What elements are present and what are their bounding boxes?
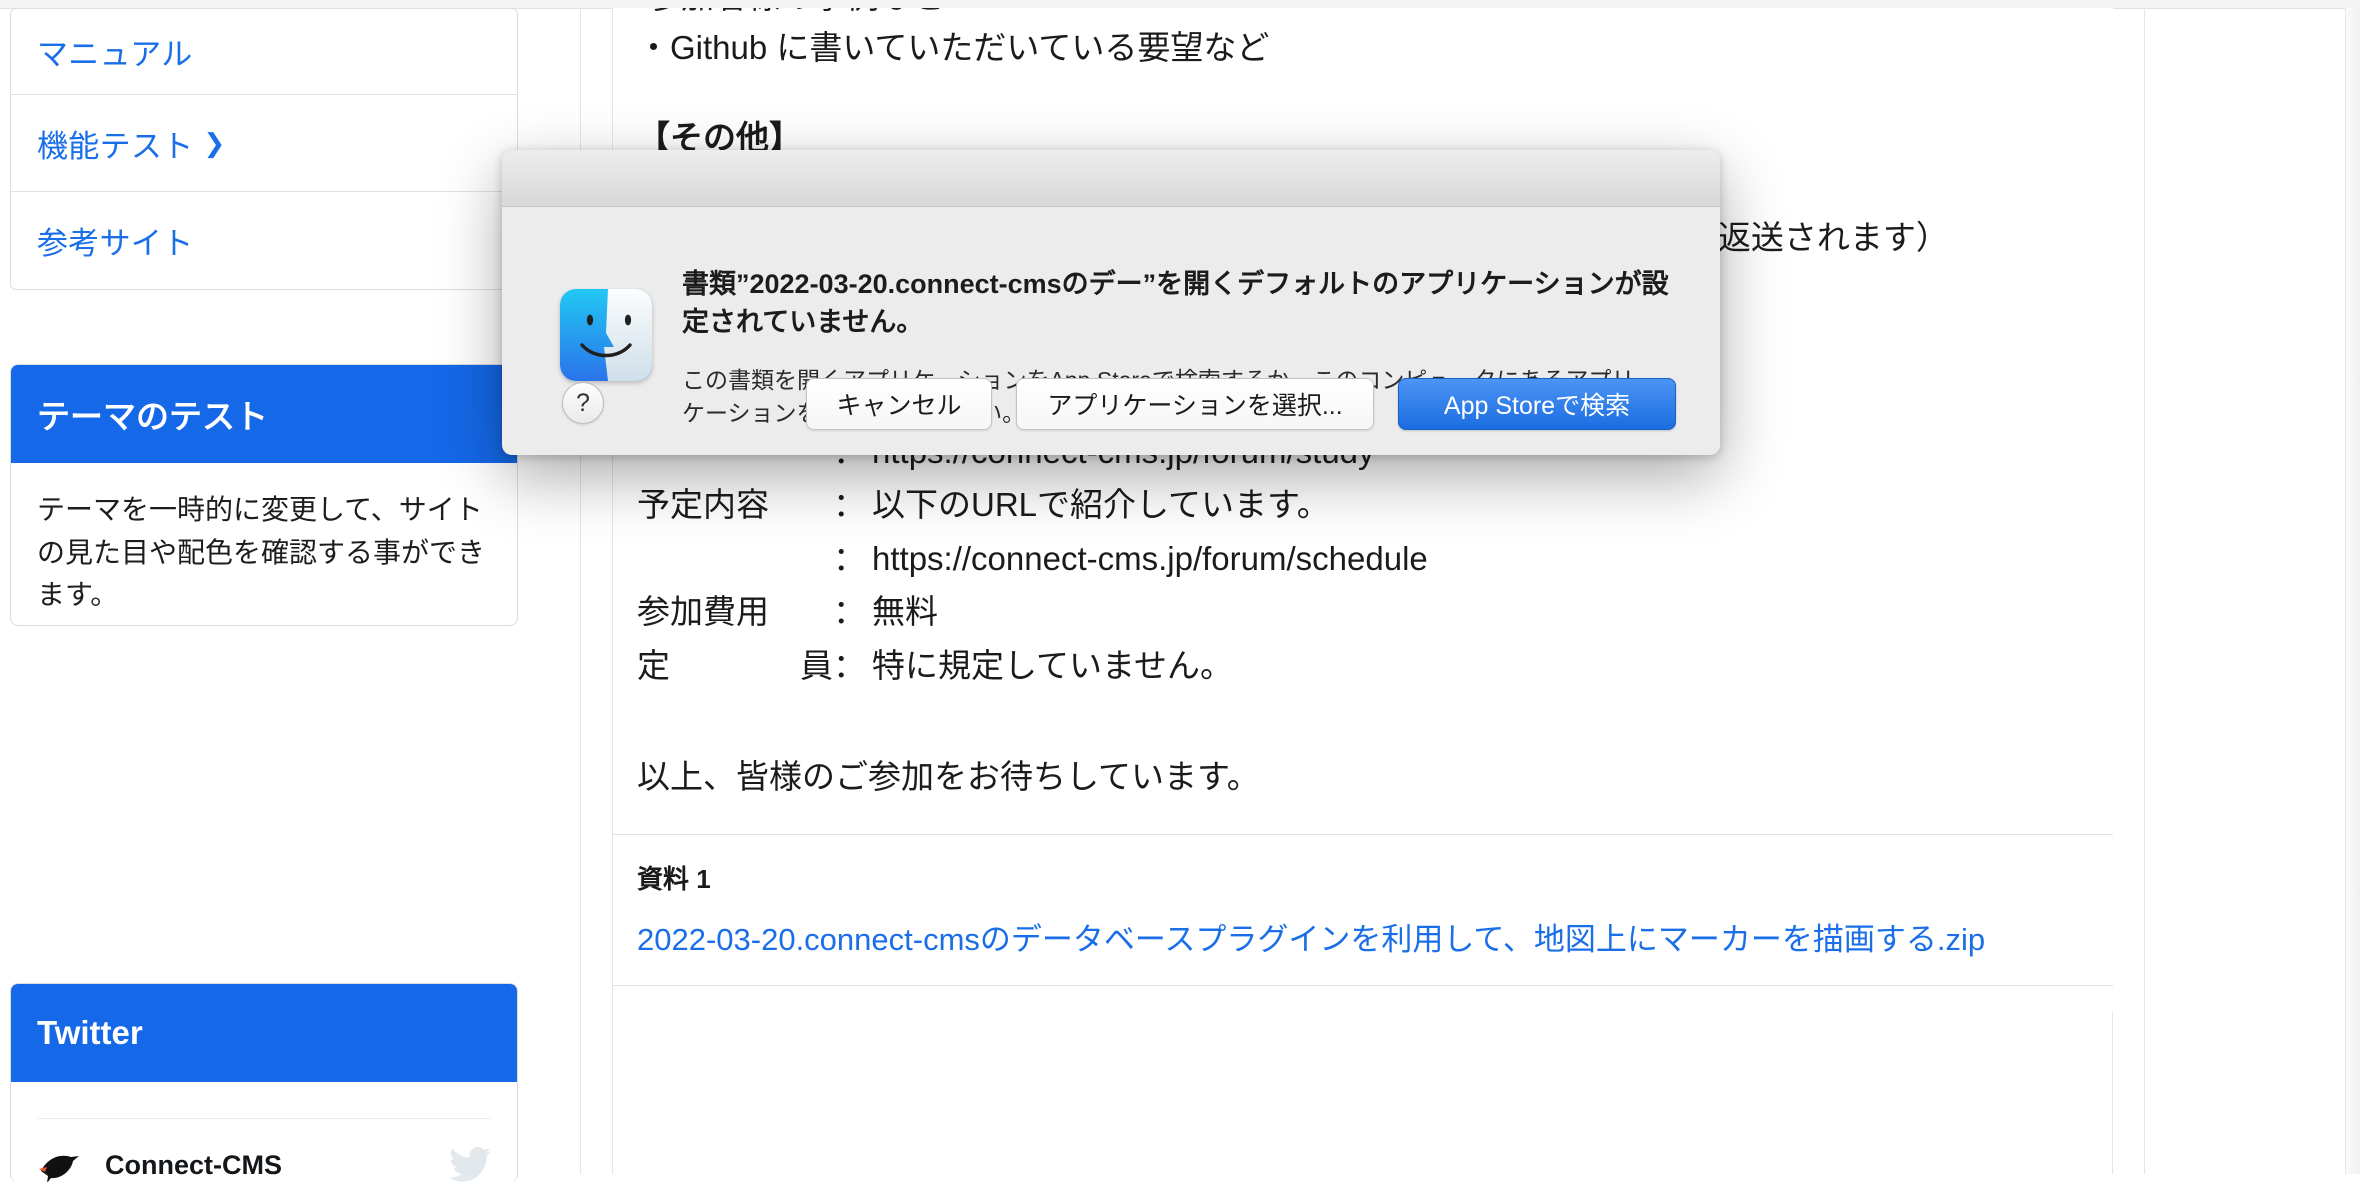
info-label [637, 532, 833, 585]
theme-panel-body: テーマを一時的に変更して、サイトの見た目や配色を確認する事ができます。 Defa… [11, 463, 517, 625]
twitter-account-name: Connect-CMS [105, 1149, 282, 1180]
chevron-right-icon: ❯ [203, 128, 226, 158]
theme-test-panel: テーマのテスト テーマを一時的に変更して、サイトの見た目や配色を確認する事ができ… [10, 364, 518, 626]
search-app-store-button[interactable]: App Storeで検索 [1398, 378, 1676, 430]
info-separator: ： [833, 593, 866, 631]
attachment-title: 資料 1 [637, 864, 711, 895]
bullet-item-clipped: ・参加者様の事例など [637, 8, 2089, 22]
info-separator: ： [833, 646, 866, 684]
sidebar-nav-card: マニュアル 機能テスト ❯ 参考サイト [10, 8, 518, 290]
sidebar-item-label: マニュアル [37, 37, 193, 72]
info-row: 予定内容 ： 以下のURLで紹介しています。 [637, 478, 2089, 531]
question-mark-icon: ? [576, 388, 590, 417]
attachment-spacer [613, 986, 2113, 1012]
info-value: 無料 [872, 593, 938, 631]
info-row: ： https://connect-cms.jp/forum/schedule [637, 532, 2089, 585]
sidebar-item-manual[interactable]: マニュアル [11, 9, 517, 95]
dialog-titlebar[interactable] [502, 150, 1720, 207]
twitter-panel-title: Twitter [37, 1014, 143, 1051]
choose-application-button-label: アプリケーションを選択... [1047, 392, 1343, 420]
choose-application-button[interactable]: アプリケーションを選択... [1016, 378, 1374, 430]
no-default-app-dialog: 書類”2022-03-20.connect-cmsのデー”を開くデフォルトのアプ… [502, 150, 1720, 455]
twitter-logo-icon [449, 1147, 491, 1182]
attachment-section: 資料 1 2022-03-20.connect-cmsのデータベースプラグインを… [613, 834, 2113, 987]
twitter-panel-header: Twitter [11, 984, 517, 1082]
sidebar-item-label: 参考サイト [37, 226, 194, 261]
attachment-download-link[interactable]: 2022-03-20.connect-cmsのデータベースプラグインを利用して、… [637, 914, 2089, 959]
info-row: 定 員 ： 特に規定していません。 [637, 639, 2089, 692]
page-scrollbar[interactable] [2345, 8, 2360, 1174]
dialog-button-row: キャンセル アプリケーションを選択... App Storeで検索 [806, 378, 1676, 430]
info-value: https://connect-cms.jp/forum/schedule [872, 539, 1428, 577]
help-button[interactable]: ? [562, 382, 604, 424]
sidebar-item-label: 機能テスト [37, 128, 194, 164]
info-label: 定 員 [637, 646, 833, 684]
theme-panel-header: テーマのテスト [11, 365, 517, 463]
closing-text: 以上、皆様のご参加をお待ちしています。 [637, 758, 1260, 796]
twitter-account-row[interactable]: Connect-CMS [37, 1145, 491, 1182]
info-row: 参加費用 ： 無料 [637, 585, 2089, 638]
bullet-list: ・参加者様の事例など ・Github に書いていただいている要望など [613, 8, 2113, 73]
search-app-store-button-label: App Storeで検索 [1443, 392, 1631, 420]
finder-icon [560, 289, 652, 381]
cancel-button-label: キャンセル [836, 392, 962, 420]
twitter-panel-body: Connect-CMS [11, 1118, 517, 1182]
info-separator: ： [833, 539, 866, 577]
info-value: 特に規定していません。 [872, 646, 1234, 684]
theme-panel-title: テーマのテスト [37, 398, 268, 435]
info-label: 参加費用 [637, 593, 769, 631]
dialog-body: 書類”2022-03-20.connect-cmsのデー”を開くデフォルトのアプ… [502, 207, 1720, 455]
page-root: マニュアル 機能テスト ❯ 参考サイト テーマのテスト テーマを一時的に変更して… [0, 0, 2360, 1182]
sidebar-item-reference-site[interactable]: 参考サイト [11, 192, 517, 289]
info-label: 予定内容 [637, 486, 769, 524]
divider [37, 1118, 491, 1119]
info-value: 以下のURLで紹介しています。 [872, 486, 1330, 524]
info-separator: ： [833, 486, 866, 524]
bullet-item-text: ・Github に書いていただいている要望など [637, 29, 1270, 66]
dialog-headline: 書類”2022-03-20.connect-cmsのデー”を開くデフォルトのアプ… [682, 269, 1669, 338]
cancel-button[interactable]: キャンセル [806, 378, 992, 430]
sidebar-item-function-test[interactable]: 機能テスト ❯ [11, 95, 517, 192]
column-rule [2144, 8, 2145, 1174]
theme-panel-description: テーマを一時的に変更して、サイトの見た目や配色を確認する事ができます。 [37, 494, 486, 611]
twitter-panel: Twitter Connect-CMS [10, 983, 518, 1182]
bullet-item-text: ・参加者様の事例など [637, 8, 945, 22]
sidebar: マニュアル 機能テスト ❯ 参考サイト テーマのテスト テーマを一時的に変更して… [10, 8, 520, 1182]
bird-avatar-icon [37, 1145, 83, 1182]
